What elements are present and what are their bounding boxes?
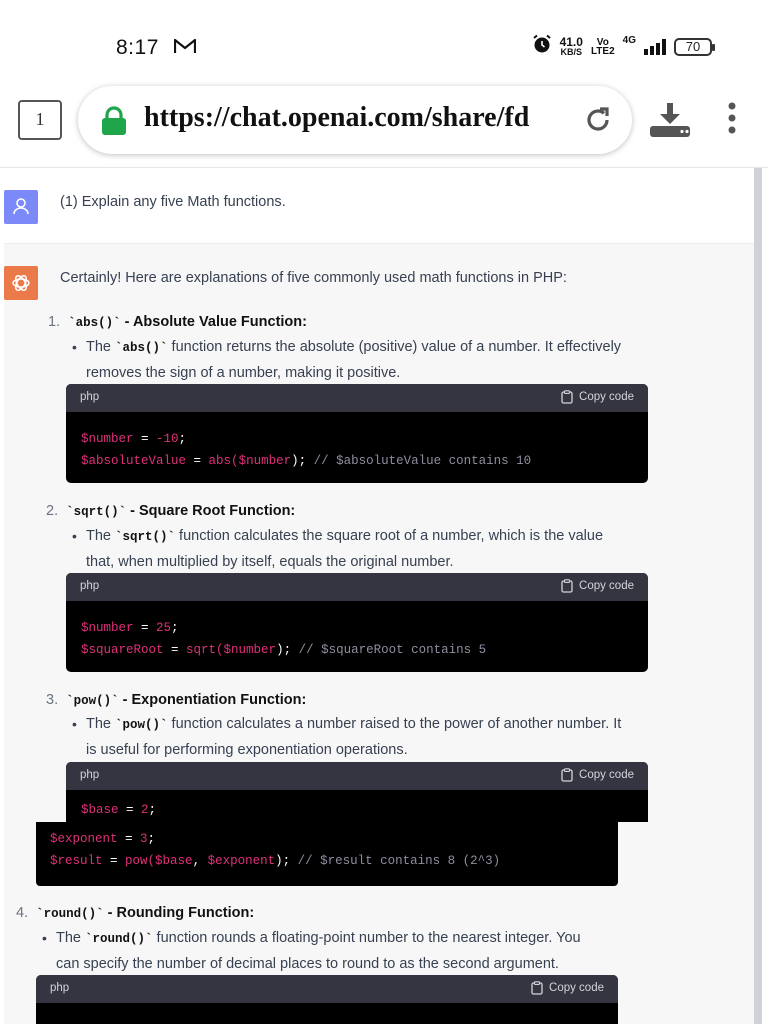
copy-code-button[interactable]: Copy code <box>531 981 604 995</box>
clipboard-icon <box>531 981 543 995</box>
list-bullet: • The `round()` function rounds a floatin… <box>42 930 581 972</box>
net-speed-value: 41.0 <box>559 34 583 49</box>
list-title-text: - Exponentiation Function: <box>118 692 307 708</box>
function-code: `abs()` <box>68 316 121 330</box>
volte-bottom: LTE2 <box>590 45 615 57</box>
clipboard-icon <box>561 768 573 782</box>
assistant-intro: Certainly! Here are explanations of five… <box>60 270 567 286</box>
code-header: php Copy code <box>66 762 648 790</box>
list-item-title: 4. `round()` - Rounding Function: <box>16 905 254 921</box>
status-bar: 8:17 41.0 KB/S Vo LTE2 4G 70 <box>0 0 768 90</box>
code-block: php Copy code $base = 2; <box>66 762 648 822</box>
list-title-text: - Absolute Value Function: <box>120 314 307 330</box>
copy-code-button[interactable]: Copy code <box>561 390 634 404</box>
code-block-continued: $exponent = 3; $result = pow($base, $exp… <box>36 822 618 886</box>
function-code: `pow()` <box>66 694 119 708</box>
net-speed: 41.0 KB/S <box>559 34 583 57</box>
openai-logo-icon <box>12 275 30 291</box>
code-language: php <box>80 391 100 403</box>
screen: 8:17 41.0 KB/S Vo LTE2 4G 70 1 https://c… <box>0 0 768 1024</box>
list-item-title: 1. `abs()` - Absolute Value Function: <box>48 314 307 330</box>
browser-toolbar: 1 https://chat.openai.com/share/fd <box>0 84 768 168</box>
code-header: php Copy code <box>66 573 648 601</box>
signal-icon <box>644 38 666 55</box>
list-title-text: - Square Root Function: <box>126 503 296 519</box>
chat-area[interactable]: (1) Explain any five Math functions. Cer… <box>4 168 756 1024</box>
address-bar[interactable]: https://chat.openai.com/share/fd <box>78 86 632 154</box>
function-code: `round()` <box>36 907 104 921</box>
battery-icon: 70 <box>674 37 715 56</box>
copy-code-button[interactable]: Copy code <box>561 579 634 593</box>
tab-switcher-button[interactable]: 1 <box>18 100 62 140</box>
copy-code-label[interactable]: Copy code <box>549 982 604 994</box>
net-speed-unit: KB/S <box>560 46 583 57</box>
code-header: php Copy code <box>66 384 648 412</box>
list-number: 4. <box>16 905 29 921</box>
reload-icon[interactable] <box>582 104 614 141</box>
list-number: 3. <box>46 692 59 708</box>
list-item-title: 2. `sqrt()` - Square Root Function: <box>46 503 295 519</box>
code-block: php Copy code $number = -10; $absoluteVa… <box>66 384 648 483</box>
list-bullet: • The `pow()` function calculates a numbe… <box>72 716 622 758</box>
code-content: $exponent = 3; $result = pow($base, $exp… <box>50 832 501 868</box>
code-language: php <box>80 769 100 781</box>
list-item-title: 3. `pow()` - Exponentiation Function: <box>46 692 306 708</box>
copy-code-label[interactable]: Copy code <box>579 391 634 403</box>
code-language: php <box>80 580 100 592</box>
user-avatar <box>4 190 38 224</box>
network-type: 4G <box>622 35 636 46</box>
status-icons: 41.0 KB/S Vo LTE2 4G 70 <box>532 34 715 59</box>
gmail-icon <box>173 38 197 59</box>
list-number: 1. <box>48 314 61 330</box>
status-time: 8:17 <box>116 36 159 59</box>
inline-code: `abs()` <box>115 341 168 355</box>
list-title-text: - Rounding Function: <box>103 905 255 921</box>
user-message: (1) Explain any five Math functions. <box>60 194 286 210</box>
code-content: $base = 2; <box>81 803 157 817</box>
code-content: $number = 25; $squareRoot = sqrt($number… <box>81 621 487 657</box>
list-bullet: • The `abs()` function returns the absolu… <box>72 339 622 381</box>
download-icon[interactable] <box>648 100 692 145</box>
battery-level: 70 <box>685 38 701 54</box>
alarm-icon <box>532 34 552 59</box>
code-header: php Copy code <box>36 975 618 1003</box>
list-bullet: • The `sqrt()` function calculates the sq… <box>72 528 604 570</box>
code-language: php <box>50 982 70 994</box>
code-block: php Copy code $number = 25; $squareRoot … <box>66 573 648 672</box>
inline-code: `sqrt()` <box>115 530 176 544</box>
list-number: 2. <box>46 503 59 519</box>
clipboard-icon <box>561 579 573 593</box>
user-icon <box>13 198 29 215</box>
inline-code: `round()` <box>85 932 153 946</box>
code-block: php Copy code <box>36 975 618 1024</box>
user-message-row: (1) Explain any five Math functions. <box>4 168 756 244</box>
copy-code-label[interactable]: Copy code <box>579 769 634 781</box>
code-content: $number = -10; $absoluteValue = abs($num… <box>81 432 532 468</box>
clipboard-icon <box>561 390 573 404</box>
url-text[interactable]: https://chat.openai.com/share/fd <box>144 102 574 134</box>
lock-icon[interactable] <box>100 106 128 141</box>
copy-code-label[interactable]: Copy code <box>579 580 634 592</box>
function-code: `sqrt()` <box>66 505 127 519</box>
assistant-avatar <box>4 266 38 300</box>
more-options-icon[interactable] <box>726 102 738 139</box>
volte-indicator: Vo LTE2 <box>590 37 615 57</box>
inline-code: `pow()` <box>115 718 168 732</box>
scrollbar[interactable] <box>754 168 762 1024</box>
copy-code-button[interactable]: Copy code <box>561 768 634 782</box>
